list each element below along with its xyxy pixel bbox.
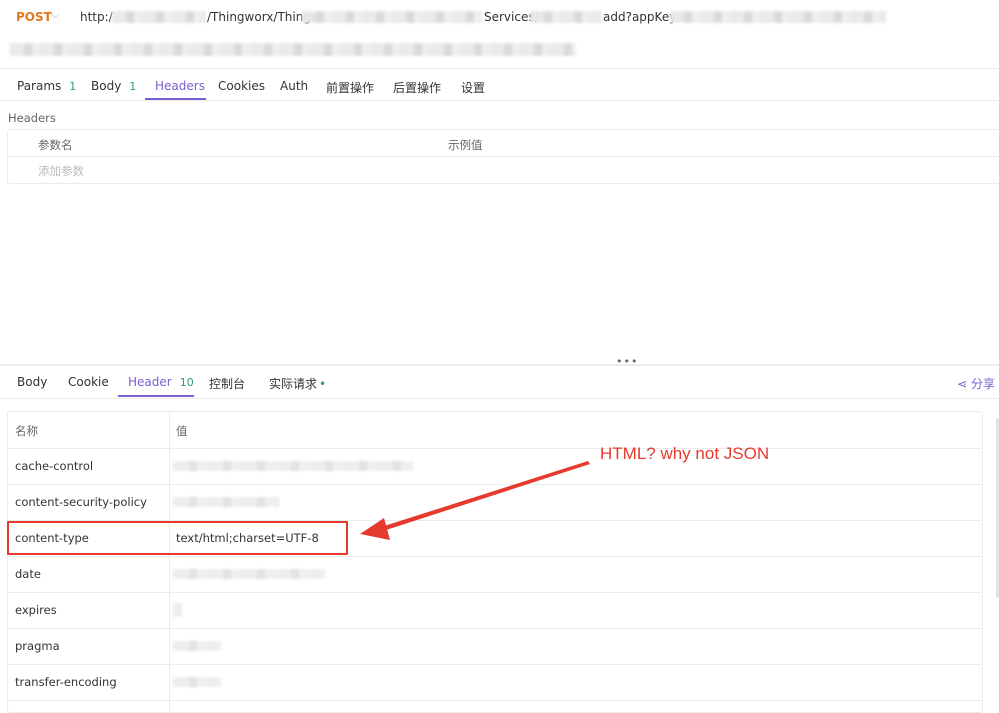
arrow-head <box>360 518 390 540</box>
annotation-arrow <box>360 461 590 540</box>
arrow-shaft <box>378 461 590 532</box>
